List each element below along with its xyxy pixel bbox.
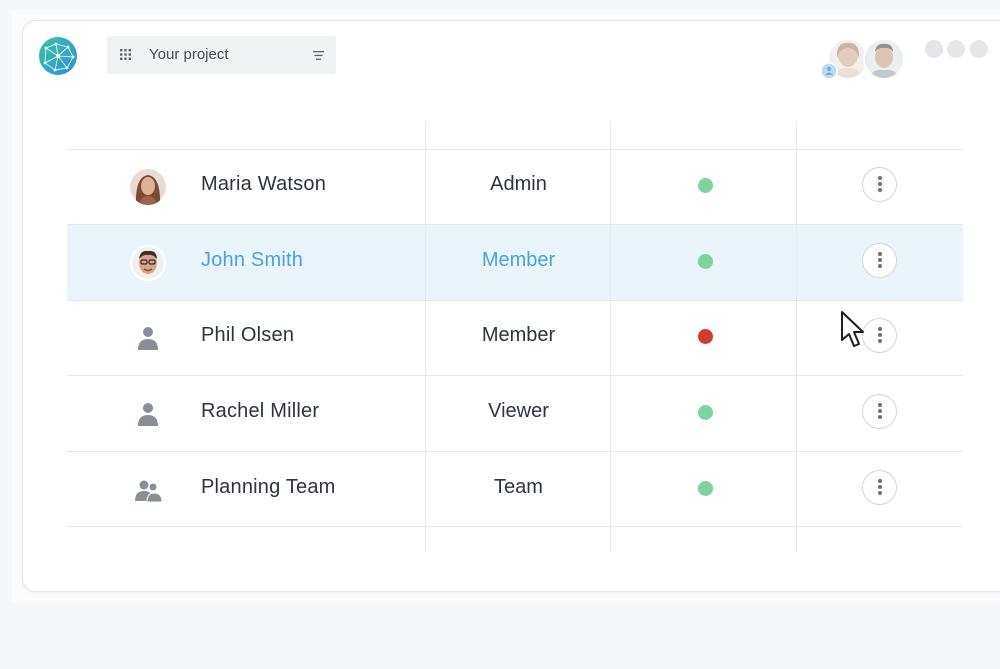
more-vertical-icon[interactable]	[862, 243, 897, 278]
globe-network-logo[interactable]	[38, 36, 78, 76]
member-role[interactable]: Member	[426, 249, 611, 272]
avatar	[130, 245, 166, 281]
member-name[interactable]: Planning Team	[201, 476, 336, 499]
window-dot-1	[925, 40, 943, 58]
more-vertical-icon[interactable]	[862, 318, 897, 353]
status-offline-dot	[698, 329, 713, 344]
member-name[interactable]: Phil Olsen	[201, 324, 294, 347]
avatar	[130, 169, 166, 205]
table-row[interactable]: Maria Watson Admin	[67, 149, 963, 224]
member-role[interactable]: Team	[426, 476, 611, 499]
member-name[interactable]: John Smith	[201, 249, 303, 272]
member-name[interactable]: Maria Watson	[201, 173, 326, 196]
status-online-dot	[698, 481, 713, 496]
window-dot-2	[947, 40, 965, 58]
status-online-dot	[698, 254, 713, 269]
hamburger-lines-icon[interactable]	[313, 51, 324, 60]
more-vertical-icon[interactable]	[862, 167, 897, 202]
member-role[interactable]: Viewer	[426, 400, 611, 423]
person-icon	[138, 327, 158, 350]
member-role[interactable]: Admin	[426, 173, 611, 196]
table-row[interactable]: Planning Team Team	[67, 452, 963, 527]
project-name[interactable]: Your project	[149, 46, 229, 63]
table-row[interactable]: Phil Olsen Member	[67, 300, 963, 375]
member-role[interactable]: Member	[426, 324, 611, 347]
status-online-dot	[698, 178, 713, 193]
group-icon	[135, 480, 163, 503]
member-name[interactable]: Rachel Miller	[201, 400, 319, 423]
collaborator-avatars[interactable]	[820, 38, 910, 82]
status-online-dot	[698, 405, 713, 420]
apps-grid-icon[interactable]	[120, 49, 131, 60]
mouse-cursor-icon	[841, 311, 864, 347]
person-icon	[138, 403, 158, 426]
table-row[interactable]: Rachel Miller Viewer	[67, 376, 963, 451]
table-row[interactable]: John Smith Member	[67, 225, 963, 300]
window-dot-3	[970, 40, 988, 58]
more-vertical-icon[interactable]	[862, 470, 897, 505]
more-vertical-icon[interactable]	[862, 394, 897, 429]
